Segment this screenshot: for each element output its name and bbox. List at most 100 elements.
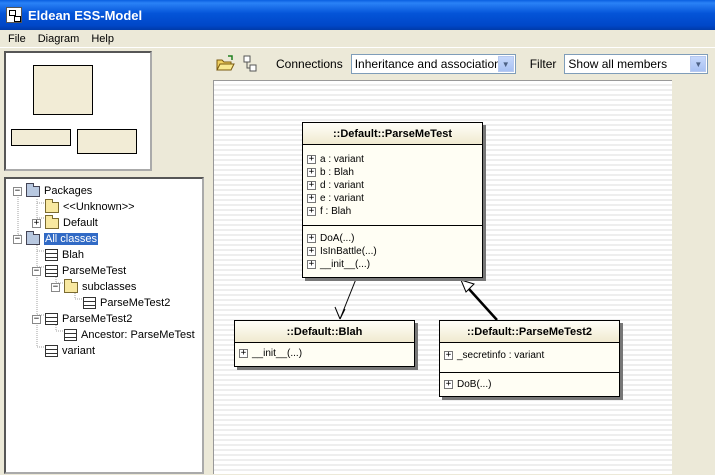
attributes-section: + _secretinfo : variant xyxy=(440,343,619,373)
tree-item-unknown[interactable]: <<Unknown>> xyxy=(45,198,135,215)
class-icon xyxy=(45,345,58,357)
attribute-row[interactable]: + a : variant xyxy=(307,153,478,166)
chevron-down-icon[interactable]: ▼ xyxy=(690,56,707,72)
operation-row[interactable]: + DoA(...) xyxy=(307,232,478,245)
class-icon xyxy=(83,297,96,309)
connections-label: Connections xyxy=(276,57,343,71)
expand-icon[interactable]: + xyxy=(444,351,453,360)
open-folder-icon[interactable] xyxy=(214,54,236,74)
title-bar[interactable]: Eldean ESS-Model xyxy=(0,0,715,30)
tree-label: Packages xyxy=(44,185,93,197)
operations-section: + __init__(...) xyxy=(235,343,414,363)
layout-diagram-icon[interactable] xyxy=(240,54,262,74)
attribute-row[interactable]: + d : variant xyxy=(307,179,478,192)
tree-item-packages[interactable]: − Packages xyxy=(13,182,93,199)
class-name: ::Default::Blah xyxy=(235,321,414,343)
overview-box-blah xyxy=(11,129,71,146)
menu-bar: File Diagram Help xyxy=(0,30,715,48)
pane-splitter[interactable] xyxy=(206,48,210,474)
operation-row[interactable]: + __init__(...) xyxy=(239,347,410,360)
class-icon xyxy=(45,313,58,325)
class-icon xyxy=(45,249,58,261)
tree-item-blah[interactable]: Blah xyxy=(45,247,84,263)
expand-icon[interactable]: + xyxy=(307,194,316,203)
window-title: Eldean ESS-Model xyxy=(28,7,143,23)
collapse-icon[interactable]: − xyxy=(13,186,22,196)
class-icon xyxy=(64,329,77,341)
inheritance-arrowhead xyxy=(460,279,475,293)
expand-icon[interactable]: + xyxy=(307,181,316,190)
collapse-icon[interactable]: − xyxy=(51,282,60,292)
association-arrowhead xyxy=(334,306,346,320)
class-icon xyxy=(45,265,58,277)
operations-section: + DoB(...) xyxy=(440,373,619,394)
filter-select[interactable]: Show all members ▼ xyxy=(564,54,709,74)
expand-icon[interactable]: + xyxy=(307,207,316,216)
filter-label: Filter xyxy=(529,57,557,71)
attribute-row[interactable]: + b : Blah xyxy=(307,166,478,179)
operation-row[interactable]: + DoB(...) xyxy=(444,378,615,391)
chevron-down-icon[interactable]: ▼ xyxy=(497,56,514,72)
tree-item-parsemetest[interactable]: − ParseMeTest xyxy=(32,263,126,279)
tree-label: Ancestor: ParseMeTest xyxy=(81,329,195,341)
tree-label: Default xyxy=(63,217,98,229)
overview-box-parsemetest xyxy=(33,65,93,115)
tree-label: Blah xyxy=(62,249,85,261)
attribute-row[interactable]: + e : variant xyxy=(307,192,478,205)
tree-label: <<Unknown>> xyxy=(63,201,135,213)
expand-icon[interactable]: + xyxy=(32,218,41,228)
expand-icon[interactable]: + xyxy=(307,155,316,164)
class-tree[interactable]: − Packages <<Unknown>> + Default − All c… xyxy=(4,177,204,474)
operation-row[interactable]: + __init__(...) xyxy=(307,258,478,271)
filter-select-value: Show all members xyxy=(568,57,668,71)
collapse-icon[interactable]: − xyxy=(13,234,22,244)
expand-icon[interactable]: + xyxy=(307,168,316,177)
app-icon xyxy=(6,7,22,23)
class-box-parsemetest[interactable]: ::Default::ParseMeTest + a : variant + b :… xyxy=(302,122,483,278)
connections-select-value: Inheritance and associations xyxy=(354,57,507,71)
association-line xyxy=(339,278,357,320)
package-icon xyxy=(26,230,40,245)
attribute-row[interactable]: + _secretinfo : variant xyxy=(444,349,615,362)
folder-icon xyxy=(64,278,78,293)
expand-icon[interactable]: + xyxy=(239,349,248,358)
class-name: ::Default::ParseMeTest xyxy=(303,123,482,145)
tree-item-variant[interactable]: variant xyxy=(45,343,95,359)
package-icon xyxy=(26,182,40,197)
tree-item-default[interactable]: + Default xyxy=(32,214,98,231)
folder-icon xyxy=(45,214,59,229)
connections-select[interactable]: Inheritance and associations ▼ xyxy=(350,54,516,74)
expand-icon[interactable]: + xyxy=(307,247,316,256)
menu-file[interactable]: File xyxy=(2,33,32,45)
tree-label: ParseMeTest2 xyxy=(100,297,171,309)
menu-diagram[interactable]: Diagram xyxy=(32,33,86,45)
tree-label: subclasses xyxy=(82,281,137,293)
tree-item-subclasses[interactable]: − subclasses xyxy=(51,278,137,295)
collapse-icon[interactable]: − xyxy=(32,266,41,276)
diagram-canvas[interactable]: ::Default::ParseMeTest + a : variant + b :… xyxy=(213,80,672,474)
class-name: ::Default::ParseMeTest2 xyxy=(440,321,619,343)
tree-label: ParseMeTest xyxy=(62,265,127,277)
attribute-row[interactable]: + f : Blah xyxy=(307,205,478,218)
diagram-overview[interactable] xyxy=(4,51,152,171)
expand-icon[interactable]: + xyxy=(444,380,453,389)
tree-item-ancestor[interactable]: Ancestor: ParseMeTest xyxy=(64,327,195,343)
class-box-blah[interactable]: ::Default::Blah + __init__(...) xyxy=(234,320,415,367)
folder-icon xyxy=(45,198,59,213)
operation-row[interactable]: + IsInBattle(...) xyxy=(307,245,478,258)
overview-box-parsemetest2 xyxy=(77,129,137,154)
tree-item-parsemetest2[interactable]: − ParseMeTest2 xyxy=(32,311,132,327)
tree-item-parsemetest2-sub[interactable]: ParseMeTest2 xyxy=(83,295,170,311)
menu-help[interactable]: Help xyxy=(85,33,120,45)
canvas-margin xyxy=(672,80,715,474)
diagram-toolbar: Connections Inheritance and associations… xyxy=(210,50,715,78)
expand-icon[interactable]: + xyxy=(307,234,316,243)
tree-item-all-classes[interactable]: − All classes xyxy=(13,230,98,247)
inheritance-line xyxy=(468,288,498,321)
tree-label: All classes xyxy=(44,233,98,245)
attributes-section: + a : variant + b : Blah + d : variant + e :… xyxy=(303,145,482,226)
collapse-icon[interactable]: − xyxy=(32,314,41,324)
class-box-parsemetest2[interactable]: ::Default::ParseMeTest2 + _secretinfo : v… xyxy=(439,320,620,397)
expand-icon[interactable]: + xyxy=(307,260,316,269)
tree-label: variant xyxy=(62,345,96,357)
